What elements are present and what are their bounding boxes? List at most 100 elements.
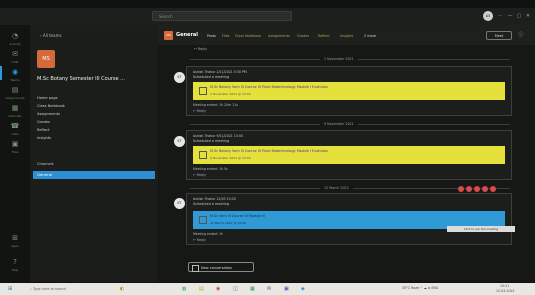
channels-header: Channels (37, 162, 54, 166)
meeting-post: Ashish Thakur 2/11/2021 5:30 PM Schedule… (186, 66, 512, 116)
rail-files[interactable]: ▣ Files (5, 138, 25, 156)
rail-label: Assignments (5, 96, 25, 100)
calendar-icon (199, 216, 207, 224)
rail-label: Calendar (8, 114, 22, 118)
apps-icon: ⊞ (12, 234, 18, 242)
rail-label: Chat (11, 60, 19, 64)
channel-title: General (176, 32, 198, 38)
taskbar-search-icon[interactable]: ⌕ (148, 285, 151, 293)
nav-insights[interactable]: Insights (37, 136, 51, 140)
rail-label: Calls (11, 132, 19, 136)
excel-icon[interactable]: ▦ (250, 285, 255, 293)
nav-home-page[interactable]: Home page (37, 96, 58, 100)
all-teams-link[interactable]: ‹ All teams (40, 33, 62, 38)
tooltip: Click to join the meeting (447, 226, 515, 232)
reaction-bar[interactable] (458, 186, 514, 193)
store-icon[interactable]: ◫ (233, 285, 238, 293)
mail-icon[interactable]: ✉ (267, 285, 271, 293)
date-label: 12 March 2022 (320, 186, 353, 190)
tab-class-notebook[interactable]: Class Notebook (235, 34, 261, 38)
more-options-icon[interactable]: ··· (496, 11, 504, 21)
taskbar-weather-icon[interactable]: ◐ (120, 285, 124, 293)
heart-icon[interactable] (482, 186, 488, 192)
rail-calls[interactable]: ☎ Calls (5, 120, 25, 138)
search-input[interactable]: Search (152, 11, 292, 21)
rail-activity[interactable]: ◔ Activity (5, 30, 25, 48)
post-meta: Ashish Thakur 9/11/2021 10:00 (193, 134, 243, 138)
rail-teams[interactable]: ◉ Teams (5, 66, 25, 84)
new-conversation-button[interactable]: New conversation (188, 262, 254, 272)
tab-more[interactable]: 2 more (364, 34, 376, 38)
channel-general[interactable]: General (33, 171, 155, 179)
clock-time[interactable]: 10:21 (500, 284, 509, 288)
reply-button[interactable]: ↩ Reply (194, 47, 207, 51)
activity-icon: ◔ (11, 32, 19, 40)
reply-button[interactable]: ↩ Reply (193, 173, 206, 177)
post-meta: Ashish Thakur 2/11/2021 5:30 PM (193, 70, 247, 74)
chat-icon: ✉ (12, 50, 18, 58)
author-avatar: KT (174, 136, 185, 147)
heart-icon[interactable] (490, 186, 496, 192)
heart-icon[interactable] (474, 186, 480, 192)
meeting-title: M.Sc Sem III Course III Module III (210, 214, 266, 218)
meeting-ended-text: Meeting ended: 1h 20m 11s (193, 103, 238, 107)
maximize-button[interactable]: ▢ (515, 11, 523, 21)
meeting-ended-text: Meeting ended: 1h 5s (193, 167, 228, 171)
rail-chat[interactable]: ✉ Chat (5, 48, 25, 66)
tab-insights[interactable]: Insights (340, 34, 353, 38)
author-avatar: KT (174, 72, 185, 83)
post-text: Scheduled a meeting (193, 202, 230, 206)
nav-assignments[interactable]: Assignments (37, 112, 60, 116)
tab-posts[interactable]: Posts (207, 34, 216, 38)
file-explorer-icon[interactable]: ▤ (199, 285, 204, 293)
meeting-card[interactable]: M.Sc Botany Sem III Course III Plant Bio… (193, 146, 505, 164)
word-icon[interactable]: ◈ (301, 285, 305, 293)
rail-active-indicator (0, 66, 2, 80)
system-tray[interactable]: 30°C Haze ^ ☁ ⊡ ENG (402, 286, 438, 290)
tab-files[interactable]: Files (222, 34, 229, 38)
rail-label: Activity (9, 42, 21, 46)
teams-taskbar-icon[interactable]: ▣ (284, 285, 289, 293)
nav-reflect[interactable]: Reflect (37, 128, 49, 132)
windows-start-icon[interactable]: ⊞ (8, 285, 12, 293)
post-meta: Ashish Thakur 12/03 10:20 (193, 197, 236, 201)
chrome-icon[interactable]: ◉ (216, 285, 220, 293)
nav-class-notebook[interactable]: Class Notebook (37, 104, 65, 108)
channel-avatar: MS (164, 31, 173, 40)
date-label: 9 November 2021 (320, 122, 358, 126)
taskbar-search-label: Type here to search (32, 287, 67, 291)
rail-label: Help (11, 268, 19, 272)
meeting-date: 2 November 2021 @ 10:00 (210, 92, 251, 96)
team-name[interactable]: M.Sc Botany Semester III Course ... (37, 76, 155, 82)
rail-apps[interactable]: ⊞ Apps (5, 232, 25, 250)
calendar-icon (199, 87, 207, 95)
rail-assignments[interactable]: ▤ Assignments (5, 84, 25, 102)
heart-icon[interactable] (458, 186, 464, 192)
meet-button[interactable]: Meet (486, 31, 512, 40)
meeting-title: M.Sc Botany Sem III Course III Plant Bio… (210, 149, 328, 153)
meeting-date: 9 November 2021 @ 10:00 (210, 156, 251, 160)
team-avatar: MS (37, 50, 55, 68)
user-avatar[interactable]: AS (483, 11, 493, 21)
heart-icon[interactable] (466, 186, 472, 192)
meeting-card[interactable]: M.Sc Botany Sem III Course III Plant Bio… (193, 82, 505, 100)
compose-icon (192, 265, 199, 272)
calendar-icon: ▦ (11, 104, 19, 112)
edge-icon[interactable]: ◍ (182, 285, 186, 293)
info-icon[interactable]: ⓘ (516, 31, 526, 40)
date-label: 2 November 2021 (320, 57, 358, 61)
nav-grades[interactable]: Grades (37, 120, 50, 124)
rail-calendar[interactable]: ▦ Calendar (5, 102, 25, 120)
taskbar-search[interactable]: ⌕ Type here to search (30, 285, 110, 293)
close-button[interactable]: ✕ (524, 11, 532, 21)
rail-label: Files (11, 150, 19, 154)
task-view-icon[interactable]: ▭ (165, 285, 170, 293)
tab-assignments[interactable]: Assignments (268, 34, 290, 38)
minimize-button[interactable]: — (506, 11, 514, 21)
rail-help[interactable]: ? Help (5, 256, 25, 274)
clock-date[interactable]: 12-03-2022 (496, 289, 515, 293)
tab-grades[interactable]: Grades (297, 34, 309, 38)
tab-reflect[interactable]: Reflect (318, 34, 330, 38)
reply-button[interactable]: ↩ Reply (193, 109, 206, 113)
reply-button[interactable]: ↩ Reply (193, 238, 206, 242)
